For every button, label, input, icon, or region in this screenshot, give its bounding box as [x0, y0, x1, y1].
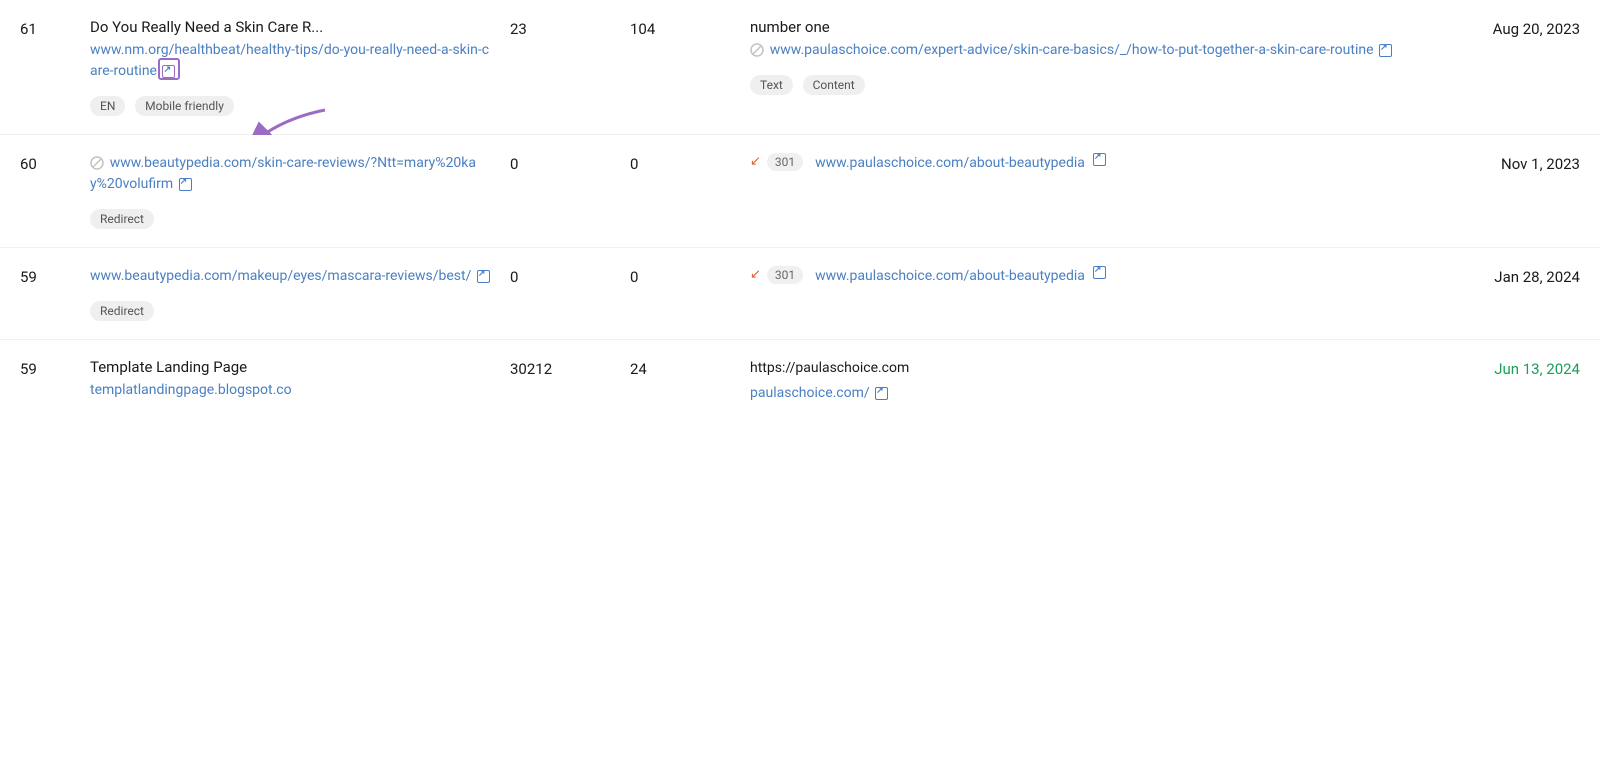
- ref-external-icon[interactable]: [1093, 266, 1106, 279]
- ref-url-link[interactable]: www.paulaschoice.com/about-beautypedia: [815, 153, 1085, 174]
- ref-external-icon[interactable]: [1379, 44, 1392, 57]
- redirect-icon: [90, 156, 104, 170]
- ref-link-row: ↙ 301 www.paulaschoice.com/about-beautyp…: [750, 153, 1400, 174]
- table-row: 61 Do You Really Need a Skin Care R... w…: [0, 0, 1600, 135]
- rank-value: 59: [20, 266, 90, 286]
- redirect-badge: Redirect: [90, 209, 154, 229]
- num2-value: 0: [630, 153, 750, 173]
- referring-cell: ↙ 301 www.paulaschoice.com/about-beautyp…: [750, 153, 1420, 178]
- ref-redirect-icon: [750, 43, 764, 57]
- page-url-link[interactable]: www.beautypedia.com/skin-care-reviews/?N…: [90, 155, 476, 192]
- lang-badge: EN: [90, 96, 125, 116]
- table-row: 59 Template Landing Page templatlandingp…: [0, 340, 1600, 426]
- redirect-badge: Redirect: [90, 301, 154, 321]
- page-title: Template Landing Page: [90, 358, 490, 376]
- redirect-301-badge: 301: [767, 266, 803, 284]
- page-url-link[interactable]: www.nm.org/healthbeat/healthy-tips/do-yo…: [90, 42, 489, 79]
- referring-cell: number one www.paulaschoice.com/expert-a…: [750, 18, 1420, 95]
- num1-value: 23: [510, 18, 630, 38]
- date-value: Jan 28, 2024: [1420, 266, 1580, 286]
- date-value: Nov 1, 2023: [1420, 153, 1580, 173]
- num1-value: 0: [510, 153, 630, 173]
- redirect-arrow-icon: ↙: [750, 154, 761, 169]
- ref-url-link[interactable]: www.paulaschoice.com/about-beautypedia: [815, 266, 1085, 287]
- ref-badge-content: Content: [803, 75, 865, 95]
- page-cell: Template Landing Page templatlandingpage…: [90, 358, 510, 405]
- badges-container: EN Mobile friendly: [90, 88, 490, 116]
- mobile-badge: Mobile friendly: [135, 96, 234, 116]
- table-row: 59 www.beautypedia.com/makeup/eyes/masca…: [0, 248, 1600, 340]
- redirect-301-badge: 301: [767, 153, 803, 171]
- referring-cell: ↙ 301 www.paulaschoice.com/about-beautyp…: [750, 266, 1420, 291]
- num2-value: 24: [630, 358, 750, 378]
- external-link-icon[interactable]: [179, 178, 192, 191]
- num1-value: 30212: [510, 358, 630, 378]
- rank-value: 59: [20, 358, 90, 378]
- page-cell: Do You Really Need a Skin Care R... www.…: [90, 18, 510, 116]
- date-value: Jun 13, 2024: [1420, 358, 1580, 378]
- num2-value: 0: [630, 266, 750, 286]
- page-title: Do You Really Need a Skin Care R...: [90, 18, 490, 36]
- badges-container: Redirect: [90, 201, 490, 229]
- ref-url2-link[interactable]: paulaschoice.com/: [750, 385, 873, 401]
- ref-link-row: ↙ 301 www.paulaschoice.com/about-beautyp…: [750, 266, 1400, 287]
- ref-url-plain: https://paulaschoice.com: [750, 358, 1400, 379]
- referring-cell: https://paulaschoice.com paulaschoice.co…: [750, 358, 1420, 408]
- table-row: 60 www.beautypedia.com/skin-care-reviews…: [0, 135, 1600, 248]
- page-cell: www.beautypedia.com/skin-care-reviews/?N…: [90, 153, 510, 229]
- page-url-link[interactable]: www.beautypedia.com/makeup/eyes/mascara-…: [90, 268, 475, 284]
- backlinks-table: 61 Do You Really Need a Skin Care R... w…: [0, 0, 1600, 426]
- rank-value: 60: [20, 153, 90, 173]
- ref-badge-text: Text: [750, 75, 793, 95]
- external-link-icon[interactable]: [162, 65, 175, 78]
- num1-value: 0: [510, 266, 630, 286]
- ref-url-link[interactable]: https://paulaschoice.com: [750, 360, 909, 376]
- ref-label: number one: [750, 18, 1400, 36]
- page-cell: www.beautypedia.com/makeup/eyes/mascara-…: [90, 266, 510, 321]
- badges-container: Redirect: [90, 293, 490, 321]
- rank-value: 61: [20, 18, 90, 38]
- external-link-icon[interactable]: [477, 270, 490, 283]
- ref-badges-container: Text Content: [750, 67, 1400, 95]
- ref-url-link[interactable]: www.paulaschoice.com/expert-advice/skin-…: [770, 42, 1377, 58]
- page-url-link[interactable]: templatlandingpage.blogspot.co: [90, 382, 292, 398]
- ref-external-icon[interactable]: [875, 387, 888, 400]
- num2-value: 104: [630, 18, 750, 38]
- ref-external-icon[interactable]: [1093, 153, 1106, 166]
- date-value: Aug 20, 2023: [1420, 18, 1580, 38]
- redirect-arrow-icon: ↙: [750, 267, 761, 282]
